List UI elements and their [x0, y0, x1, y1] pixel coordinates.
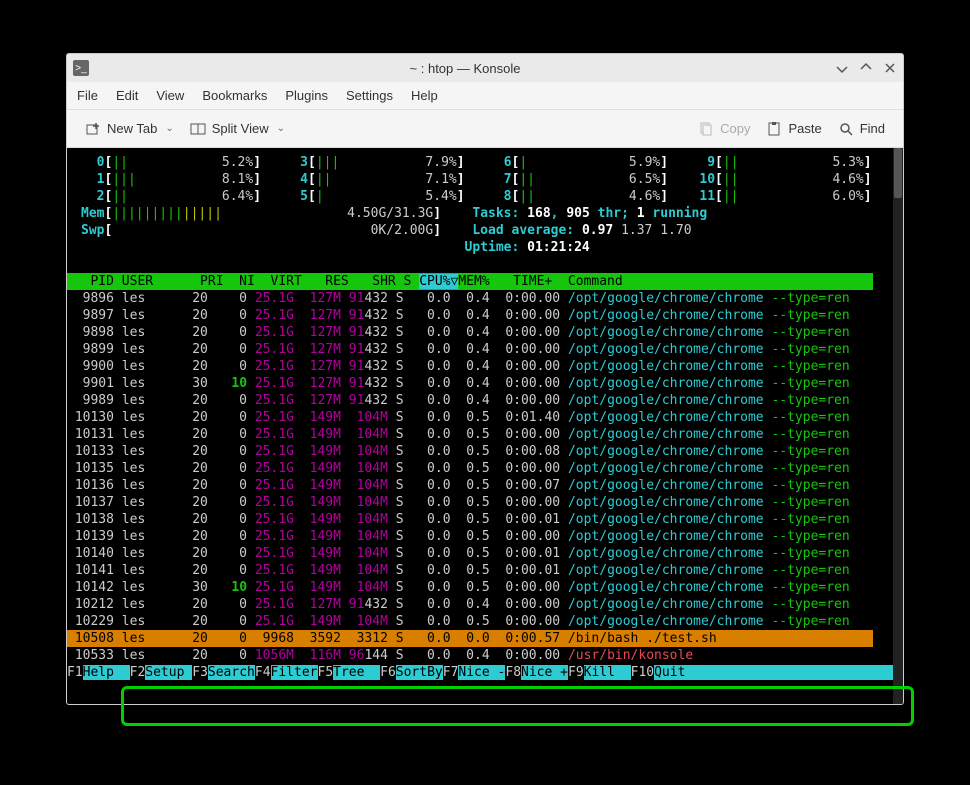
terminal-icon: >_ — [73, 60, 89, 76]
menu-file[interactable]: File — [77, 88, 98, 103]
close-button[interactable] — [883, 61, 897, 75]
find-button[interactable]: Find — [830, 117, 893, 141]
minimize-button[interactable] — [835, 61, 849, 75]
paste-label: Paste — [788, 121, 821, 136]
chevron-down-icon: ⌄ — [165, 123, 173, 134]
menu-plugins[interactable]: Plugins — [285, 88, 328, 103]
process-row[interactable]: 9901 les 30 10 25.1G 127M 91432 S 0.0 0.… — [67, 375, 873, 392]
scrollbar[interactable] — [893, 148, 903, 704]
process-row[interactable]: 10142 les 30 10 25.1G 149M 104M S 0.0 0.… — [67, 579, 873, 596]
cpu-meter-row: 1[||| 8.1%] 4[|| 7.1%] 7[|| 6.5%] 10[|| … — [81, 171, 903, 188]
search-icon — [838, 121, 854, 137]
process-row[interactable]: 10130 les 20 0 25.1G 149M 104M S 0.0 0.5… — [67, 409, 873, 426]
fkey-bar[interactable]: F1Help F2Setup F3SearchF4FilterF5Tree F6… — [67, 664, 873, 681]
cpu-meter-row: 2[|| 6.4%] 5[| 5.4%] 8[|| 4.6%] 11[|| 6.… — [81, 188, 903, 205]
copy-icon — [698, 121, 714, 137]
paste-button[interactable]: Paste — [758, 117, 829, 141]
process-row[interactable]: 10138 les 20 0 25.1G 149M 104M S 0.0 0.5… — [67, 511, 873, 528]
cpu-meter-row: 0[|| 5.2%] 3[||| 7.9%] 6[| 5.9%] 9[|| 5.… — [81, 154, 903, 171]
process-row[interactable]: 10141 les 20 0 25.1G 149M 104M S 0.0 0.5… — [67, 562, 873, 579]
process-row[interactable]: 10135 les 20 0 25.1G 149M 104M S 0.0 0.5… — [67, 460, 873, 477]
swp-meter: Swp[ 0K/2.00G] Load average: 0.97 1.37 1… — [81, 222, 903, 239]
maximize-button[interactable] — [859, 61, 873, 75]
paste-icon — [766, 121, 782, 137]
find-label: Find — [860, 121, 885, 136]
process-row[interactable]: 10212 les 20 0 25.1G 127M 91432 S 0.0 0.… — [67, 596, 873, 613]
menu-edit[interactable]: Edit — [116, 88, 138, 103]
split-view-label: Split View — [212, 121, 269, 136]
new-tab-icon — [85, 121, 101, 137]
konsole-window: >_ ~ : htop — Konsole File Edit View Bookma… — [66, 53, 904, 705]
uptime-row: Uptime: 01:21:24 — [81, 239, 903, 256]
window-title: ~ : htop — Konsole — [95, 61, 835, 76]
process-row[interactable]: 9900 les 20 0 25.1G 127M 91432 S 0.0 0.4… — [67, 358, 873, 375]
process-row[interactable]: 10139 les 20 0 25.1G 149M 104M S 0.0 0.5… — [67, 528, 873, 545]
menu-view[interactable]: View — [156, 88, 184, 103]
split-view-button[interactable]: Split View ⌄ — [182, 117, 293, 141]
process-row[interactable]: 10229 les 20 0 25.1G 149M 104M S 0.0 0.5… — [67, 613, 873, 630]
copy-label: Copy — [720, 121, 750, 136]
menu-help[interactable]: Help — [411, 88, 438, 103]
process-row[interactable]: 10508 les 20 0 9968 3592 3312 S 0.0 0.0 … — [67, 630, 873, 647]
process-row[interactable]: 10131 les 20 0 25.1G 149M 104M S 0.0 0.5… — [67, 426, 873, 443]
titlebar: >_ ~ : htop — Konsole — [67, 54, 903, 82]
process-row[interactable]: 10133 les 20 0 25.1G 149M 104M S 0.0 0.5… — [67, 443, 873, 460]
new-tab-label: New Tab — [107, 121, 157, 136]
process-row[interactable]: 10533 les 20 0 1056M 116M 96144 S 0.0 0.… — [67, 647, 873, 664]
process-row[interactable]: 9899 les 20 0 25.1G 127M 91432 S 0.0 0.4… — [67, 341, 873, 358]
terminal-area[interactable]: 0[|| 5.2%] 3[||| 7.9%] 6[| 5.9%] 9[|| 5.… — [67, 148, 903, 704]
process-row[interactable]: 9896 les 20 0 25.1G 127M 91432 S 0.0 0.4… — [67, 290, 873, 307]
menu-settings[interactable]: Settings — [346, 88, 393, 103]
process-row[interactable]: 9898 les 20 0 25.1G 127M 91432 S 0.0 0.4… — [67, 324, 873, 341]
mem-meter: Mem[|||||||||||||| 4.50G/31.3G] Tasks: 1… — [81, 205, 903, 222]
menubar: File Edit View Bookmarks Plugins Settings Help — [67, 82, 903, 110]
process-row[interactable]: 10136 les 20 0 25.1G 149M 104M S 0.0 0.5… — [67, 477, 873, 494]
process-header[interactable]: PID USER PRI NI VIRT RES SHR S CPU%▽MEM%… — [67, 273, 873, 290]
menu-bookmarks[interactable]: Bookmarks — [202, 88, 267, 103]
process-row[interactable]: 10140 les 20 0 25.1G 149M 104M S 0.0 0.5… — [67, 545, 873, 562]
split-view-icon — [190, 121, 206, 137]
scrollbar-thumb[interactable] — [894, 148, 902, 198]
process-row[interactable]: 9897 les 20 0 25.1G 127M 91432 S 0.0 0.4… — [67, 307, 873, 324]
toolbar: New Tab ⌄ Split View ⌄ Copy Paste — [67, 110, 903, 148]
process-row[interactable]: 9989 les 20 0 25.1G 127M 91432 S 0.0 0.4… — [67, 392, 873, 409]
chevron-down-icon: ⌄ — [277, 123, 285, 134]
process-row[interactable]: 10137 les 20 0 25.1G 149M 104M S 0.0 0.5… — [67, 494, 873, 511]
new-tab-button[interactable]: New Tab ⌄ — [77, 117, 182, 141]
copy-button[interactable]: Copy — [690, 117, 758, 141]
